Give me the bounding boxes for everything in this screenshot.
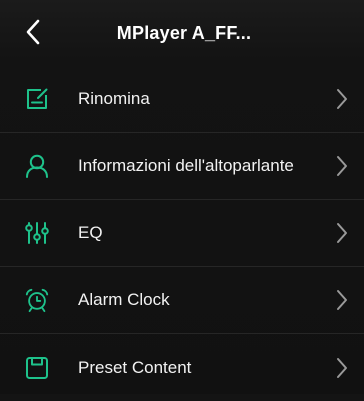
chevron-right-icon <box>334 154 350 178</box>
menu-item-alarm-clock[interactable]: Alarm Clock <box>0 267 364 334</box>
alarm-clock-icon <box>24 287 50 313</box>
preset-icon <box>24 355 50 381</box>
back-button[interactable] <box>16 14 50 50</box>
chevron-right-icon <box>334 288 350 312</box>
chevron-right-icon <box>334 356 350 380</box>
user-icon <box>24 153 50 179</box>
page-title: MPlayer A_FF... <box>116 22 252 43</box>
menu-item-eq[interactable]: EQ <box>0 200 364 267</box>
menu-item-rename[interactable]: Rinomina <box>0 66 364 133</box>
menu-item-label: Rinomina <box>78 89 150 108</box>
chevron-left-icon <box>26 19 40 45</box>
edit-icon <box>24 86 50 112</box>
equalizer-icon <box>24 220 50 246</box>
settings-menu: Rinomina Informazioni dell'altoparlante <box>0 66 364 401</box>
menu-item-label: Preset Content <box>78 357 192 377</box>
menu-item-label: Informazioni dell'altoparlante <box>78 156 294 175</box>
chevron-right-icon <box>334 87 350 111</box>
menu-item-speaker-info[interactable]: Informazioni dell'altoparlante <box>0 133 364 200</box>
menu-item-label: EQ <box>78 223 103 242</box>
chevron-right-icon <box>334 221 350 245</box>
device-settings-screen: MPlayer A_FF... Rinomina Informazioni de… <box>0 0 364 394</box>
menu-item-label: Alarm Clock <box>78 290 170 309</box>
menu-item-preset-content[interactable]: Preset Content <box>0 334 364 401</box>
header-bar: MPlayer A_FF... <box>0 0 364 66</box>
